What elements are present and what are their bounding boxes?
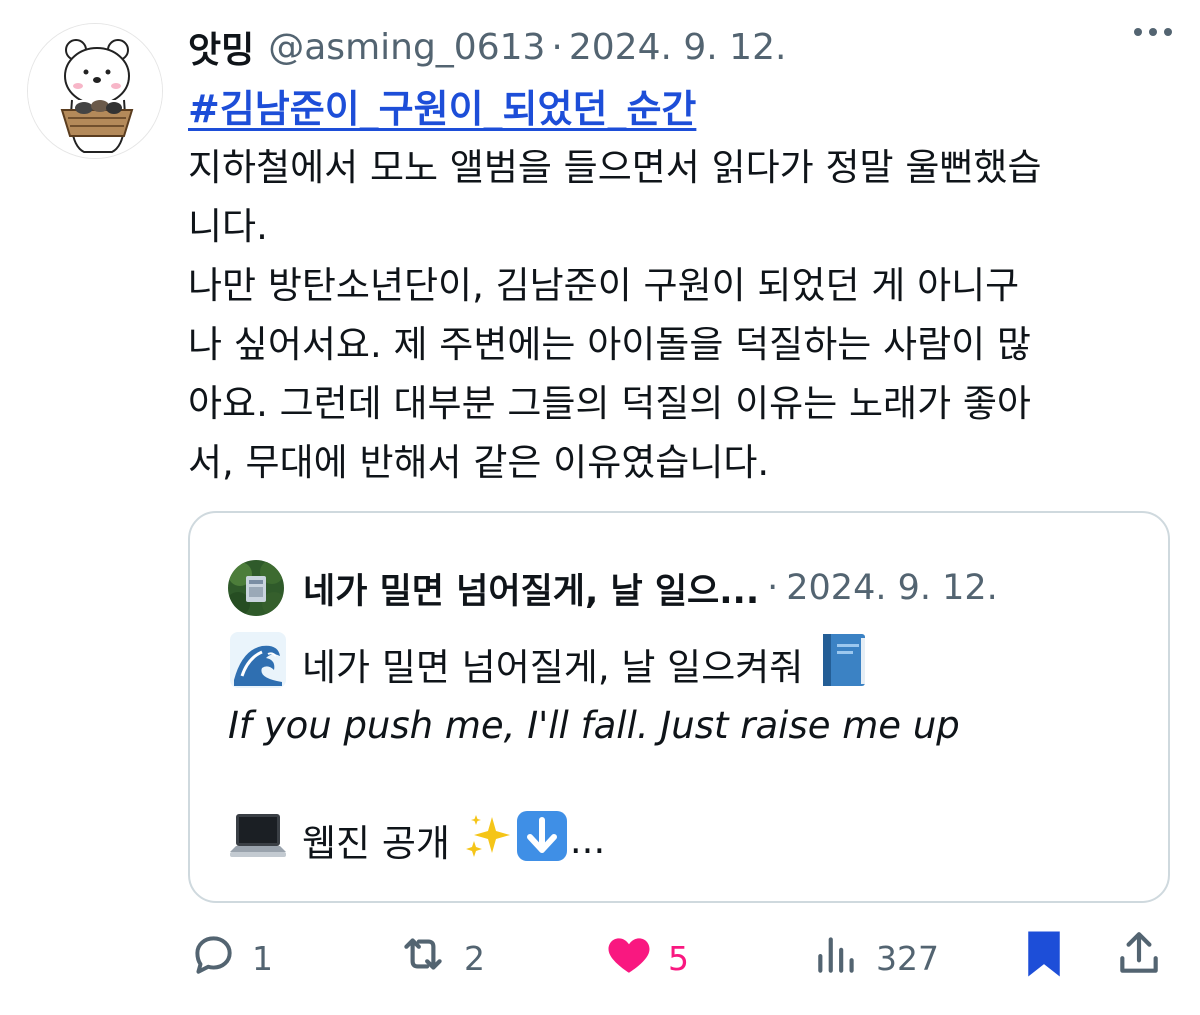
reply-count: 1 — [252, 938, 273, 978]
quoted-title-text: 네가 밀면 넘어질게, 날 일으켜줘 — [302, 646, 804, 689]
repost-icon — [396, 929, 450, 987]
reply-button[interactable]: 1 — [188, 925, 273, 991]
bookmark-icon — [1020, 927, 1068, 989]
body-line: 나만 방탄소년단이, 김남준이 구원이 되었던 게 아니구 — [188, 264, 1020, 307]
quoted-line-1: 네가 밀면 넘어질게, 날 일으켜줘 — [228, 631, 869, 697]
bookmark-button[interactable] — [1020, 925, 1068, 991]
quoted-author-name[interactable]: 네가 밀면 넘어질게, 날 일으... — [303, 563, 759, 614]
reply-icon — [188, 929, 238, 987]
action-bar: 1 2 5 327 — [188, 925, 1170, 991]
like-count: 5 — [668, 938, 689, 978]
sparkles-emoji-icon — [464, 811, 514, 870]
post-date[interactable]: 2024. 9. 12. — [569, 27, 787, 68]
author-avatar[interactable] — [27, 23, 163, 159]
quoted-header: 네가 밀면 넘어질게, 날 일으... · 2024. 9. 12. — [303, 559, 998, 617]
repost-count: 2 — [464, 938, 485, 978]
quoted-post[interactable]: 네가 밀면 넘어질게, 날 일으... · 2024. 9. 12. 네가 밀면… — [188, 511, 1170, 903]
like-button[interactable]: 5 — [604, 925, 689, 991]
quoted-author-avatar — [228, 560, 284, 616]
wave-emoji-icon — [228, 630, 288, 699]
down-arrow-emoji-icon — [514, 808, 570, 873]
quoted-line-3: 웹진 공개 ... — [228, 809, 605, 871]
quoted-date: 2024. 9. 12. — [786, 568, 998, 608]
heart-icon — [604, 929, 654, 987]
share-icon — [1114, 929, 1164, 987]
laptop-emoji-icon — [228, 808, 288, 873]
body-line: 서, 무대에 반해서 같은 이유였습니다. — [188, 441, 770, 484]
header-separator: · — [551, 26, 563, 68]
truncation-ellipsis: ... — [569, 818, 606, 862]
quoted-separator: · — [767, 568, 779, 608]
views-icon — [812, 929, 862, 987]
body-line: 지하철에서 모노 앨범을 들으면서 읽다가 정말 울뻔했습 — [188, 146, 1042, 189]
author-handle[interactable]: @asming_0613 — [268, 27, 545, 68]
body-line: 아요. 그런데 대부분 그들의 덕질의 이유는 노래가 좋아 — [188, 382, 1031, 425]
blue-book-emoji-icon — [817, 632, 869, 697]
repost-button[interactable]: 2 — [396, 925, 485, 991]
post-body: 지하철에서 모노 앨범을 들으면서 읽다가 정말 울뻔했습 니다. 나만 방탄소… — [188, 138, 1178, 492]
views-count: 327 — [876, 938, 939, 978]
author-name[interactable]: 앗밍 — [188, 21, 254, 73]
quoted-subtitle-text: If you push me, I'll fall. Just raise me… — [228, 704, 960, 747]
webzine-text: 웹진 공개 — [302, 822, 450, 865]
share-button[interactable] — [1114, 925, 1164, 991]
post-header: 앗밍 @asming_0613 · 2024. 9. 12. — [188, 22, 1160, 72]
views-button[interactable]: 327 — [812, 925, 939, 991]
hashtag-link[interactable]: #김남준이_구원이_되었던_순간 — [188, 78, 696, 133]
more-icon[interactable] — [1134, 28, 1172, 36]
body-line: 나 싶어서요. 제 주변에는 아이돌을 덕질하는 사람이 많 — [188, 323, 1031, 366]
body-line: 니다. — [188, 205, 268, 248]
